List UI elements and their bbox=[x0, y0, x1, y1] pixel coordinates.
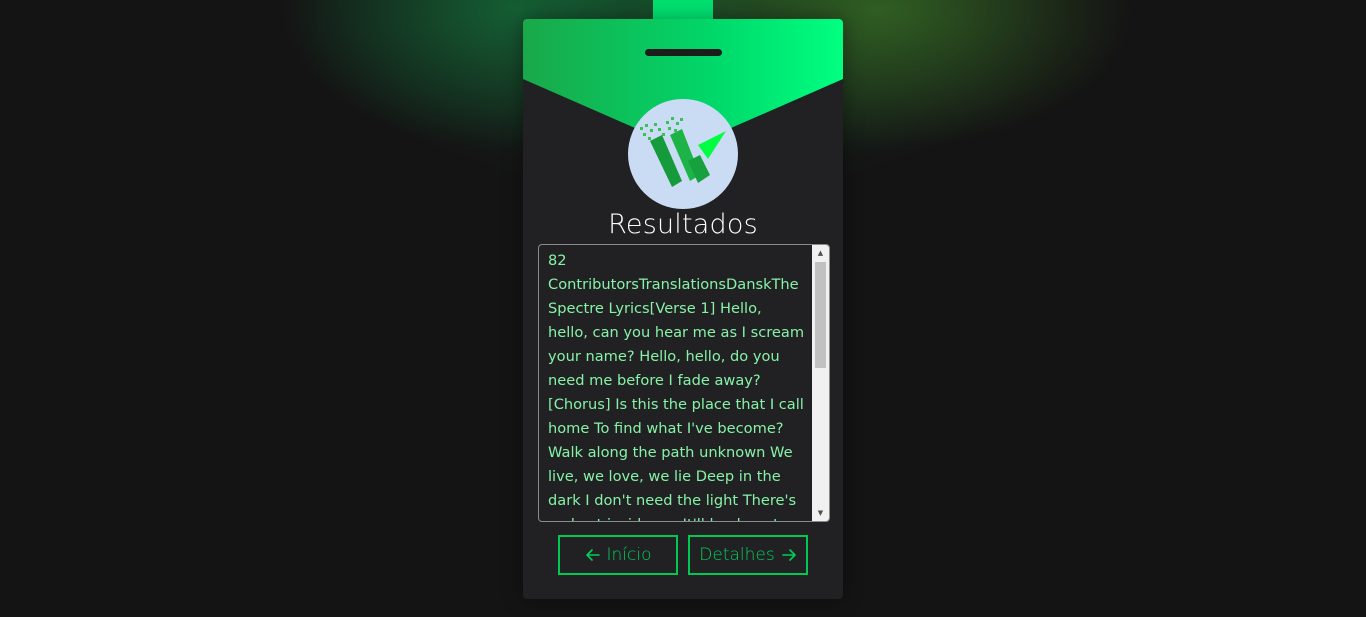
arrow-right-icon bbox=[781, 549, 796, 561]
scroll-up-arrow-icon[interactable]: ▲ bbox=[812, 246, 829, 260]
badge-card: Resultados 82 ContributorsTranslationsDa… bbox=[523, 19, 843, 599]
details-button[interactable]: Detalhes bbox=[688, 535, 808, 575]
page-title: Resultados bbox=[608, 209, 758, 240]
lanyard-slot bbox=[645, 49, 722, 56]
arrow-left-icon bbox=[585, 549, 600, 561]
details-button-label: Detalhes bbox=[699, 545, 775, 565]
back-button-label: Início bbox=[606, 545, 652, 565]
w-logo-icon bbox=[640, 117, 726, 187]
scroll-down-arrow-icon[interactable]: ▼ bbox=[812, 506, 829, 520]
scroll-thumb[interactable] bbox=[815, 262, 826, 368]
results-textarea[interactable]: 82 ContributorsTranslationsDanskThe Spec… bbox=[538, 244, 830, 522]
results-text: 82 ContributorsTranslationsDanskThe Spec… bbox=[548, 252, 805, 521]
avatar bbox=[628, 99, 738, 209]
back-button[interactable]: Início bbox=[558, 535, 678, 575]
scrollbar[interactable]: ▲ ▼ bbox=[812, 245, 829, 521]
